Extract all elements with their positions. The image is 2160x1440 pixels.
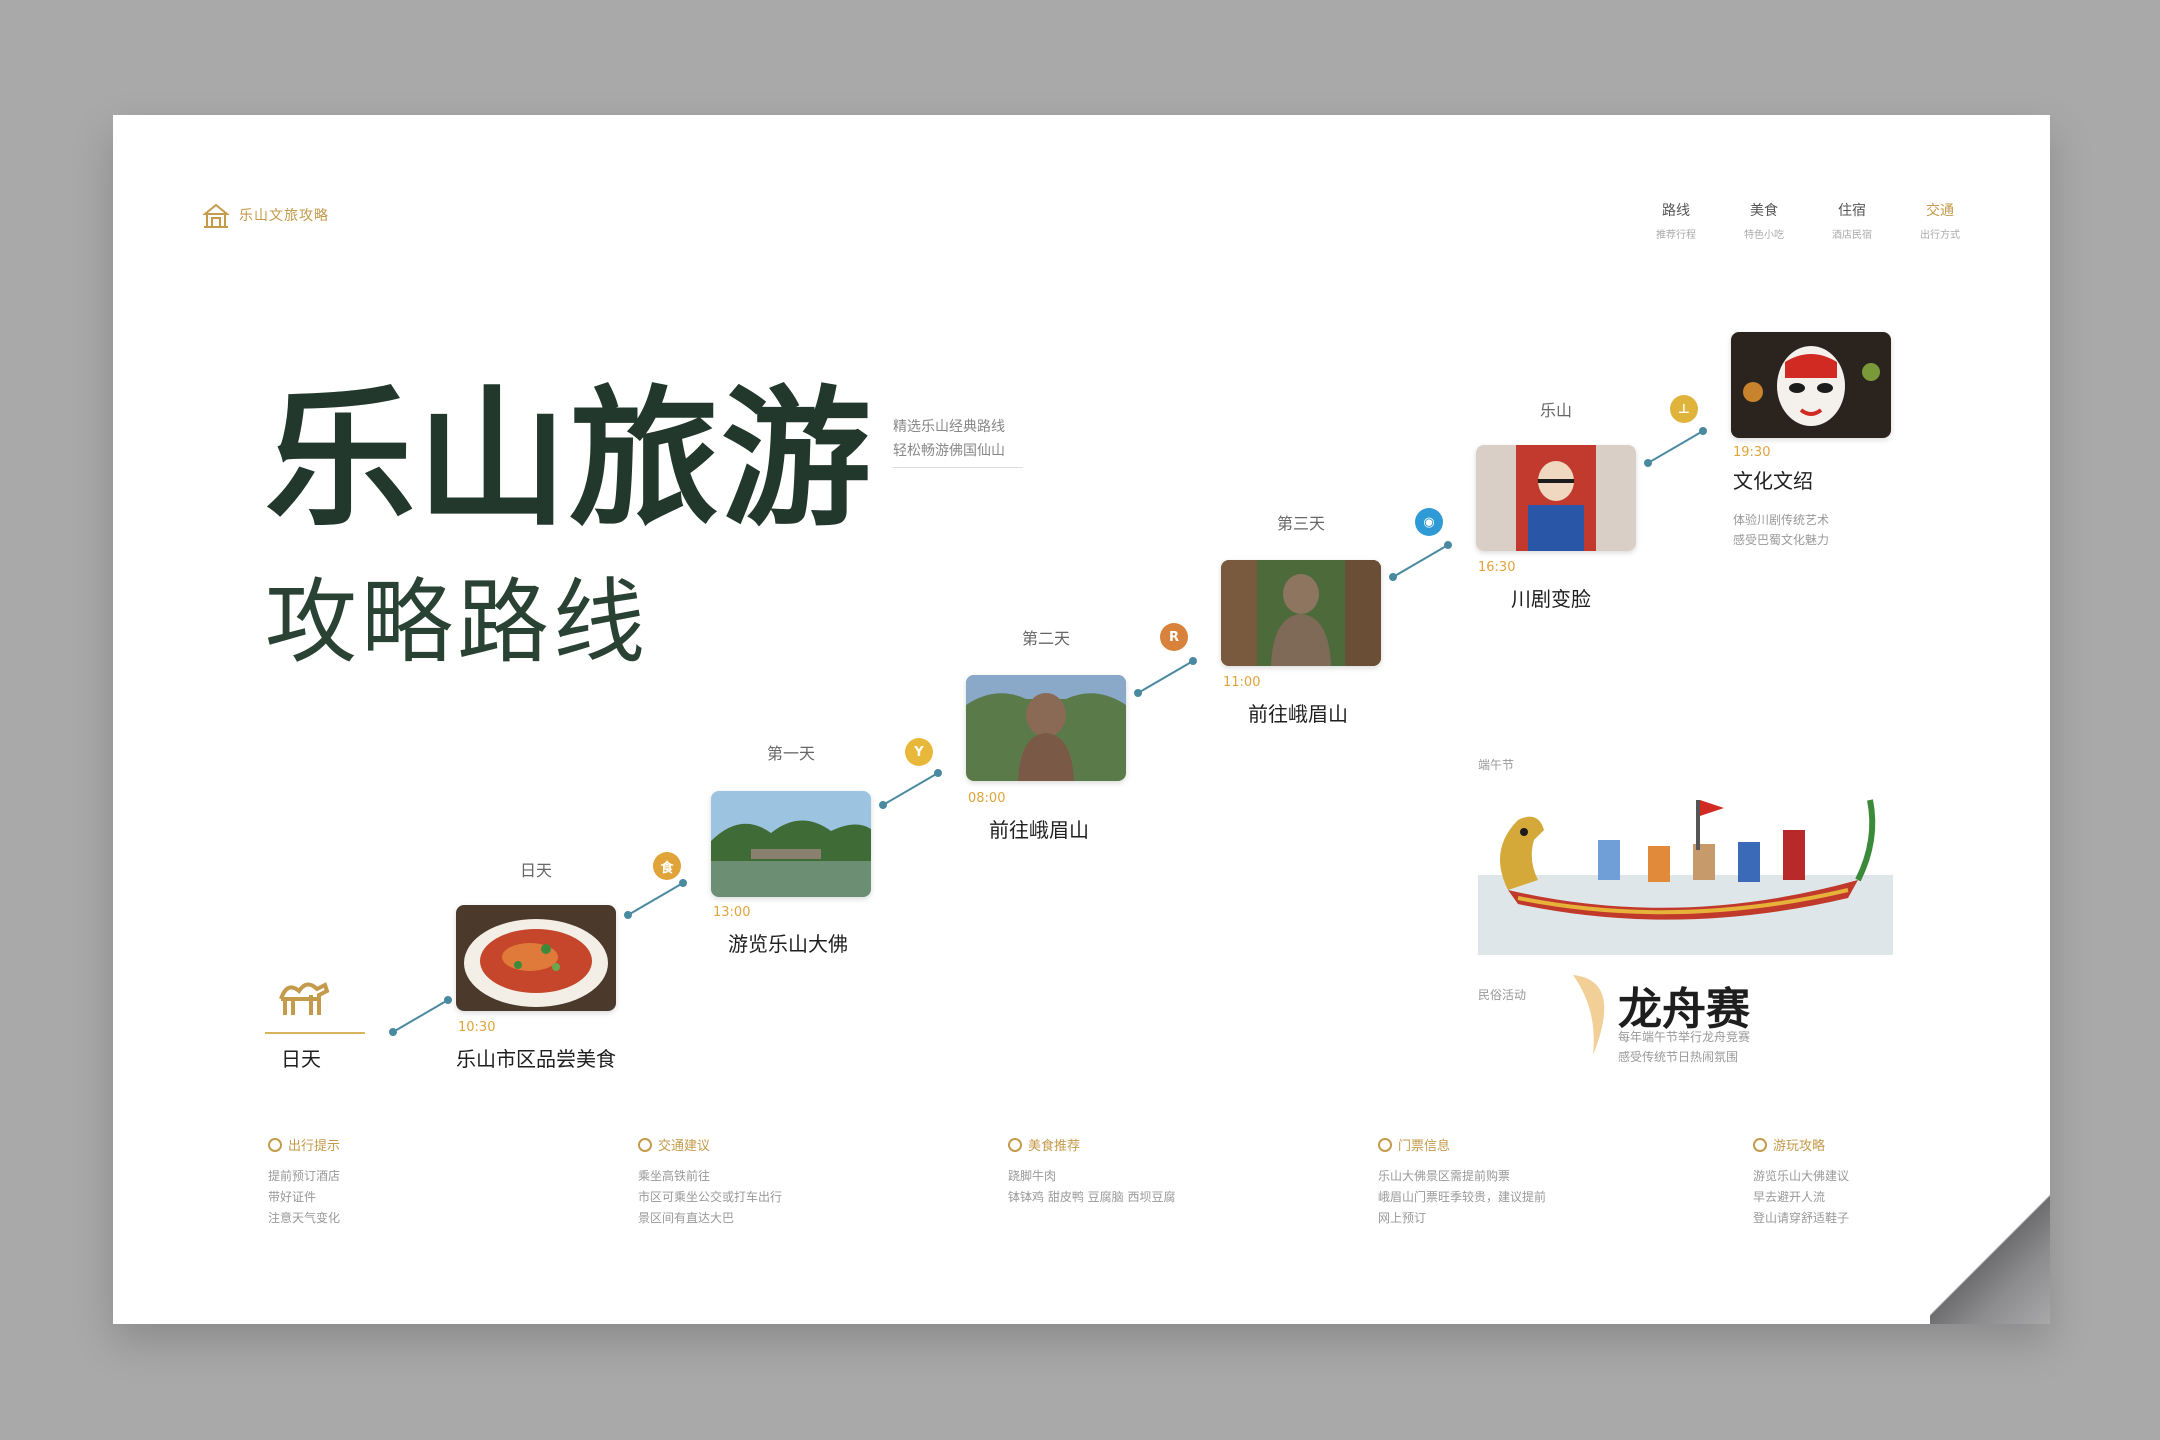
tip-card: 游玩攻略 游览乐山大佛建议 早去避开人流 登山请穿舒适鞋子 (1753, 1135, 1953, 1229)
tip-line: 景区间有直达大巴 (638, 1211, 735, 1225)
step-photo-buddha[interactable] (966, 675, 1126, 781)
step-time: 16:30 (1478, 560, 1516, 575)
tip-line: 提前预订酒店 (268, 1169, 341, 1183)
tip-title: 游玩攻略 (1773, 1139, 1826, 1154)
tip-body: 乘坐高铁前往 市区可乘坐公交或打车出行 景区间有直达大巴 (638, 1166, 858, 1229)
info-icon (1753, 1137, 1767, 1152)
tip-line: 登山请穿舒适鞋子 (1753, 1211, 1850, 1225)
step-photo-mask[interactable] (1731, 332, 1891, 438)
desc-line: 体验川剧传统艺术 (1733, 513, 1830, 527)
page-curl (1930, 1184, 2050, 1324)
decor-swoosh-icon (1573, 975, 1605, 1055)
tip-card: 美食推荐 跷脚牛肉 钵钵鸡 甜皮鸭 豆腐脑 西坝豆腐 (1008, 1135, 1228, 1208)
dragon-boat-photo[interactable] (1478, 780, 1893, 955)
sichuan-opera-image (1476, 445, 1636, 551)
step-photo-food[interactable] (456, 905, 616, 1011)
dragon-desc: 每年端午节举行龙舟竞赛 感受传统节日热闹氛围 (1618, 1027, 1750, 1067)
desc-line: 感受巴蜀文化魅力 (1733, 533, 1830, 547)
step-desc: 体验川剧传统艺术 感受巴蜀文化魅力 (1733, 510, 1829, 550)
mountain-buddha-image (1221, 560, 1381, 666)
tip-line: 带好证件 (268, 1190, 317, 1204)
desc-line: 每年端午节举行龙舟竞赛 (1618, 1030, 1751, 1044)
tip-line: 游览乐山大佛建议 (1753, 1169, 1850, 1183)
step-photo-opera[interactable] (1476, 445, 1636, 551)
step-day: 第一天 (766, 744, 815, 763)
tip-line: 乘坐高铁前往 (638, 1169, 711, 1183)
step-day: 第二天 (1021, 629, 1070, 648)
step-time: 13:00 (713, 905, 751, 920)
step-caption: 文化文绍 (1733, 469, 1813, 493)
tip-body: 提前预订酒店 带好证件 注意天气变化 (268, 1166, 488, 1229)
tip-line: 乐山大佛景区需提前购票 (1378, 1169, 1511, 1183)
buddha-image (966, 675, 1126, 781)
step-caption: 游览乐山大佛 (728, 932, 848, 956)
camel-icon (279, 982, 330, 1015)
step-day-start: 日天 (281, 1047, 321, 1071)
tip-line: 市区可乘坐公交或打车出行 (638, 1190, 783, 1204)
tip-card: 交通建议 乘坐高铁前往 市区可乘坐公交或打车出行 景区间有直达大巴 (638, 1135, 858, 1229)
step-time: 10:30 (458, 1020, 496, 1035)
poster-sheet: 乐山文旅攻略 路线 推荐行程 美食 特色小吃 住宿 酒店民宿 交通 出行方式 乐… (113, 115, 2050, 1324)
start-line (265, 1032, 365, 1034)
landscape-image (711, 791, 871, 897)
food-badge-icon: 食 (653, 852, 681, 880)
info-icon (1378, 1137, 1392, 1152)
tip-header: 游玩攻略 (1753, 1135, 1953, 1154)
food-image (456, 905, 616, 1011)
tip-title: 出行提示 (288, 1139, 341, 1154)
tip-body: 跷脚牛肉 钵钵鸡 甜皮鸭 豆腐脑 西坝豆腐 (1008, 1166, 1228, 1208)
rest-badge-icon: R (1160, 623, 1188, 651)
step-photo-emei[interactable] (1221, 560, 1381, 666)
ticket-badge-icon: ◉ (1415, 508, 1443, 536)
tip-header: 美食推荐 (1008, 1135, 1228, 1154)
step-day: 日天 (519, 861, 552, 880)
step-caption: 前往峨眉山 (989, 818, 1089, 842)
tip-header: 出行提示 (268, 1135, 488, 1154)
opera-mask-image (1731, 332, 1891, 438)
tip-line: 注意天气变化 (268, 1211, 341, 1225)
dragon-boat-image (1478, 780, 1893, 955)
tip-line: 网上预订 (1378, 1211, 1427, 1225)
tip-header: 门票信息 (1378, 1135, 1598, 1154)
tip-card: 门票信息 乐山大佛景区需提前购票 峨眉山门票旺季较贵，建议提前 网上预订 (1378, 1135, 1598, 1229)
tip-title: 交通建议 (658, 1139, 711, 1154)
desc-line: 感受传统节日热闹氛围 (1618, 1050, 1739, 1064)
dragon-side-label: 民俗活动 (1478, 988, 1527, 1002)
tip-line: 跷脚牛肉 (1008, 1169, 1057, 1183)
leaf-badge-icon: Y (905, 738, 933, 766)
tip-title: 门票信息 (1398, 1139, 1451, 1154)
step-day: 乐山 (1539, 401, 1572, 420)
tip-title: 美食推荐 (1028, 1139, 1081, 1154)
tip-line: 早去避开人流 (1753, 1190, 1826, 1204)
tip-line: 峨眉山门票旺季较贵，建议提前 (1378, 1190, 1547, 1204)
tip-line: 钵钵鸡 甜皮鸭 豆腐脑 西坝豆腐 (1008, 1190, 1176, 1204)
info-icon (638, 1137, 652, 1152)
dragon-label: 端午节 (1478, 758, 1515, 772)
tip-card: 出行提示 提前预订酒店 带好证件 注意天气变化 (268, 1135, 488, 1229)
step-day: 第三天 (1276, 514, 1325, 533)
tip-body: 游览乐山大佛建议 早去避开人流 登山请穿舒适鞋子 (1753, 1166, 1953, 1229)
step-time: 11:00 (1223, 675, 1261, 690)
mask-badge-icon: ⊥ (1670, 395, 1698, 423)
info-icon (1008, 1137, 1022, 1152)
tip-header: 交通建议 (638, 1135, 858, 1154)
step-caption: 乐山市区品尝美食 (456, 1047, 616, 1071)
step-caption: 前往峨眉山 (1248, 702, 1348, 726)
step-photo-lake[interactable] (711, 791, 871, 897)
step-caption: 川剧变脸 (1511, 587, 1591, 611)
step-time: 19:30 (1733, 445, 1771, 460)
step-time: 08:00 (968, 791, 1006, 806)
info-icon (268, 1137, 282, 1152)
tip-body: 乐山大佛景区需提前购票 峨眉山门票旺季较贵，建议提前 网上预订 (1378, 1166, 1598, 1229)
